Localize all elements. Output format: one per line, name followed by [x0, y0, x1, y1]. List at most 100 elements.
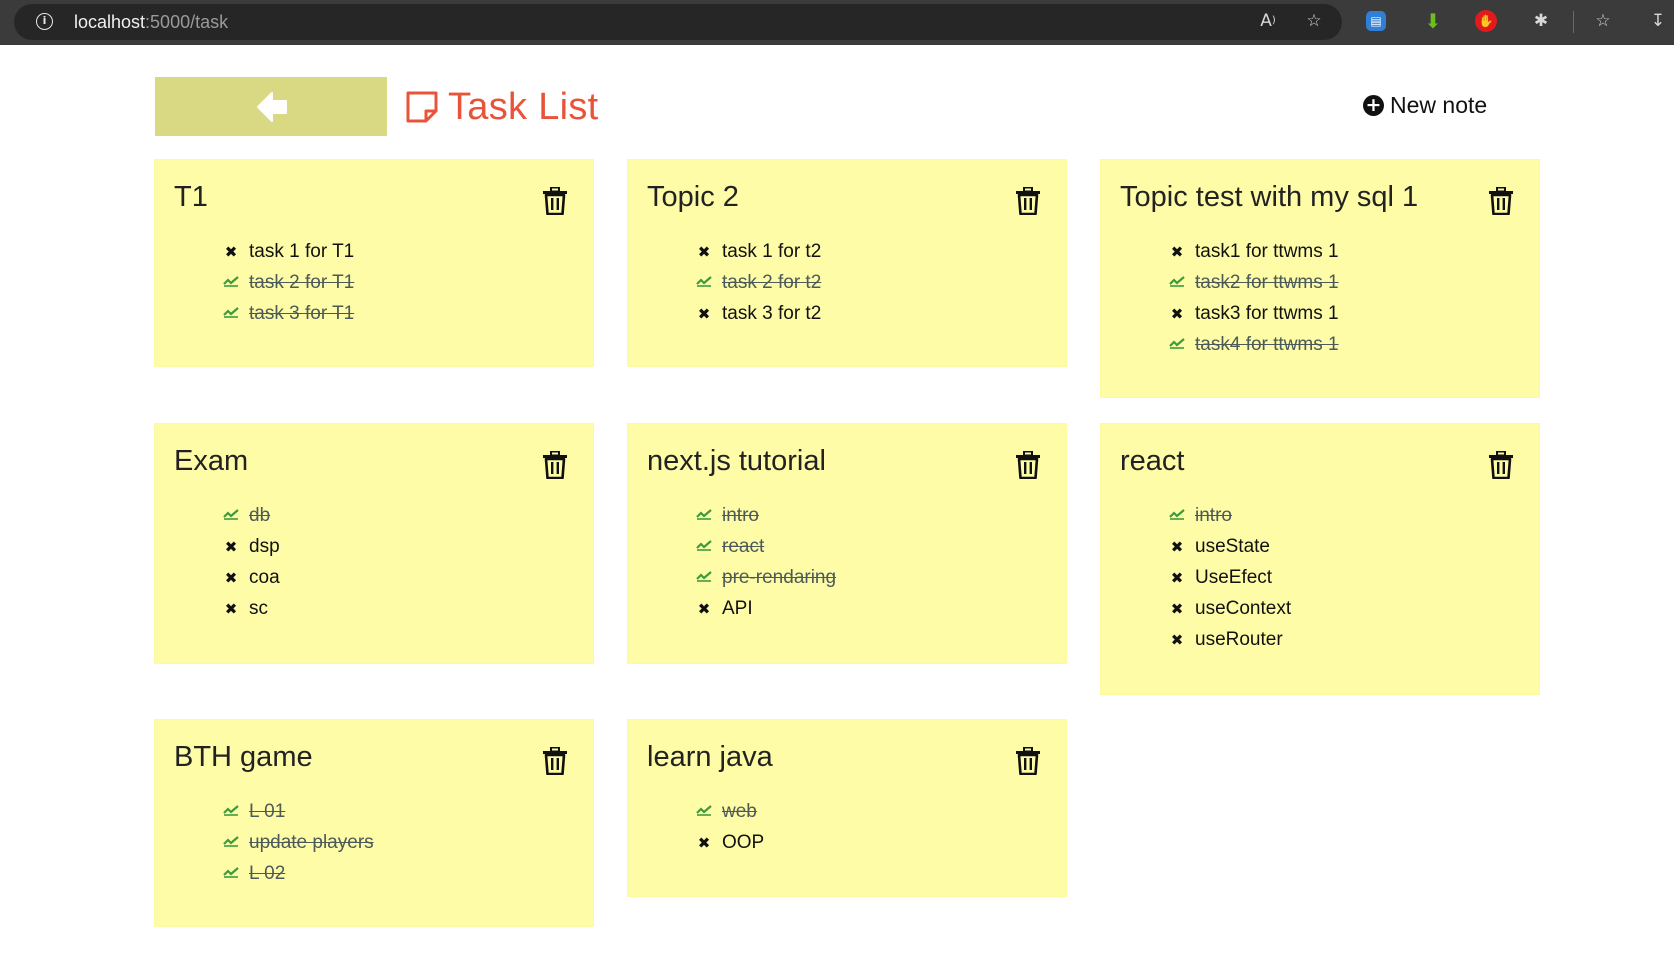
browser-toolbar: i localhost:5000/task A) ☆ ▤ ⬇ ✋ ✱ ☆ ↧	[0, 0, 1674, 45]
toolbar-divider	[1573, 11, 1574, 33]
task-label: coa	[249, 566, 280, 588]
extension-blue-icon[interactable]: ▤	[1366, 11, 1386, 31]
task-label: task 1 for T1	[249, 240, 355, 262]
address-bar[interactable]: i localhost:5000/task	[14, 4, 1342, 40]
task-item[interactable]: intro	[1169, 500, 1291, 531]
task-label: intro	[1195, 504, 1232, 526]
sticky-note-icon	[406, 91, 438, 123]
trash-icon[interactable]	[542, 186, 568, 216]
task-list: ✖ task 1 for t2 task 2 for t2 ✖ task 3 for t…	[696, 236, 821, 329]
trash-icon[interactable]	[1015, 746, 1041, 776]
task-item[interactable]: ✖ task 3 for t2	[696, 298, 822, 329]
check-done-icon[interactable]	[1169, 508, 1185, 524]
check-done-icon[interactable]	[1169, 337, 1185, 353]
note-title: Topic 2	[647, 181, 739, 213]
x-icon[interactable]: ✖	[223, 569, 239, 587]
task-list: web ✖ OOP	[696, 796, 764, 858]
task-item[interactable]: db	[223, 500, 280, 531]
task-item[interactable]: ✖ sc	[223, 593, 280, 624]
check-done-icon[interactable]	[696, 570, 712, 586]
trash-icon[interactable]	[1015, 450, 1041, 480]
check-done-icon[interactable]	[223, 508, 239, 524]
task-item[interactable]: ✖ dsp	[223, 531, 280, 562]
x-icon[interactable]: ✖	[1169, 569, 1185, 587]
x-icon[interactable]: ✖	[1169, 305, 1185, 323]
task-item[interactable]: L 01	[223, 796, 374, 827]
task-item[interactable]: ✖ task 1 for t2	[696, 236, 822, 267]
task-list: L 01 update players L 02	[223, 796, 374, 889]
task-item[interactable]: task 2 for t2	[696, 267, 821, 298]
task-label: task 2 for T1	[249, 271, 355, 293]
back-button[interactable]	[155, 77, 387, 136]
task-item[interactable]: pre-rendaring	[696, 562, 836, 593]
x-icon[interactable]: ✖	[223, 600, 239, 618]
note-card: learn java web ✖ OOP	[628, 720, 1066, 896]
task-item[interactable]: ✖ coa	[223, 562, 280, 593]
task-item[interactable]: update players	[223, 827, 374, 858]
task-item[interactable]: ✖ UseEfect	[1169, 562, 1291, 593]
check-done-icon[interactable]	[696, 275, 712, 291]
note-card: Exam db ✖ dsp ✖ coa ✖ sc	[155, 424, 593, 663]
check-done-icon[interactable]	[223, 275, 239, 291]
x-icon[interactable]: ✖	[1169, 538, 1185, 556]
x-icon[interactable]: ✖	[696, 834, 712, 852]
check-done-icon[interactable]	[696, 804, 712, 820]
task-item[interactable]: L 02	[223, 858, 374, 889]
x-icon[interactable]: ✖	[696, 243, 712, 261]
task-item[interactable]: task4 for ttwms 1	[1169, 329, 1339, 360]
read-aloud-icon[interactable]: A)	[1255, 8, 1281, 34]
task-item[interactable]: task2 for ttwms 1	[1169, 267, 1339, 298]
task-item[interactable]: react	[696, 531, 836, 562]
new-note-label: New note	[1390, 92, 1488, 118]
info-icon[interactable]: i	[36, 13, 53, 30]
note-title: T1	[174, 181, 208, 213]
task-label: useContext	[1195, 597, 1292, 619]
check-done-icon[interactable]	[223, 866, 239, 882]
download-extension-icon[interactable]: ⬇	[1420, 8, 1446, 34]
trash-icon[interactable]	[542, 450, 568, 480]
check-done-icon[interactable]	[223, 835, 239, 851]
task-item[interactable]: ✖ task1 for ttwms 1	[1169, 236, 1339, 267]
check-done-icon[interactable]	[223, 306, 239, 322]
trash-icon[interactable]	[1488, 450, 1514, 480]
add-favorite-icon[interactable]: ☆	[1301, 8, 1327, 34]
check-done-icon[interactable]	[1169, 275, 1185, 291]
task-label: useRouter	[1195, 628, 1283, 650]
task-label: sc	[249, 597, 268, 619]
check-done-icon[interactable]	[696, 508, 712, 524]
task-item[interactable]: ✖ task 1 for T1	[223, 236, 355, 267]
task-label: OOP	[722, 831, 765, 853]
task-item[interactable]: ✖ useRouter	[1169, 624, 1291, 655]
trash-icon[interactable]	[1488, 186, 1514, 216]
x-icon[interactable]: ✖	[1169, 243, 1185, 261]
new-note-button[interactable]: + New note	[1363, 92, 1487, 119]
x-icon[interactable]: ✖	[696, 600, 712, 618]
downloads-icon[interactable]: ↧	[1645, 8, 1671, 34]
trash-icon[interactable]	[542, 746, 568, 776]
task-item[interactable]: ✖ useState	[1169, 531, 1291, 562]
task-item[interactable]: task 3 for T1	[223, 298, 354, 329]
x-icon[interactable]: ✖	[696, 305, 712, 323]
extensions-puzzle-icon[interactable]: ✱	[1528, 8, 1554, 34]
task-item[interactable]: web	[696, 796, 764, 827]
x-icon[interactable]: ✖	[223, 243, 239, 261]
x-icon[interactable]: ✖	[1169, 600, 1185, 618]
check-done-icon[interactable]	[223, 804, 239, 820]
adblock-extension-icon[interactable]: ✋	[1475, 10, 1497, 32]
task-item[interactable]: task 2 for T1	[223, 267, 354, 298]
task-item[interactable]: intro	[696, 500, 836, 531]
trash-icon[interactable]	[1015, 186, 1041, 216]
task-item[interactable]: ✖ OOP	[696, 827, 765, 858]
note-card: Topic 2 ✖ task 1 for t2 task 2 for t2 ✖ task …	[628, 160, 1066, 366]
arrow-left-icon	[257, 92, 287, 122]
page-title: Task List	[448, 85, 599, 128]
page-heading: Task List	[404, 84, 599, 130]
x-icon[interactable]: ✖	[1169, 631, 1185, 649]
check-done-icon[interactable]	[696, 539, 712, 555]
favorites-icon[interactable]: ☆	[1590, 8, 1616, 34]
task-item[interactable]: ✖ task3 for ttwms 1	[1169, 298, 1339, 329]
task-item[interactable]: ✖ API	[696, 593, 836, 624]
x-icon[interactable]: ✖	[223, 538, 239, 556]
task-item[interactable]: ✖ useContext	[1169, 593, 1291, 624]
url-text[interactable]: localhost:5000/task	[74, 12, 228, 33]
